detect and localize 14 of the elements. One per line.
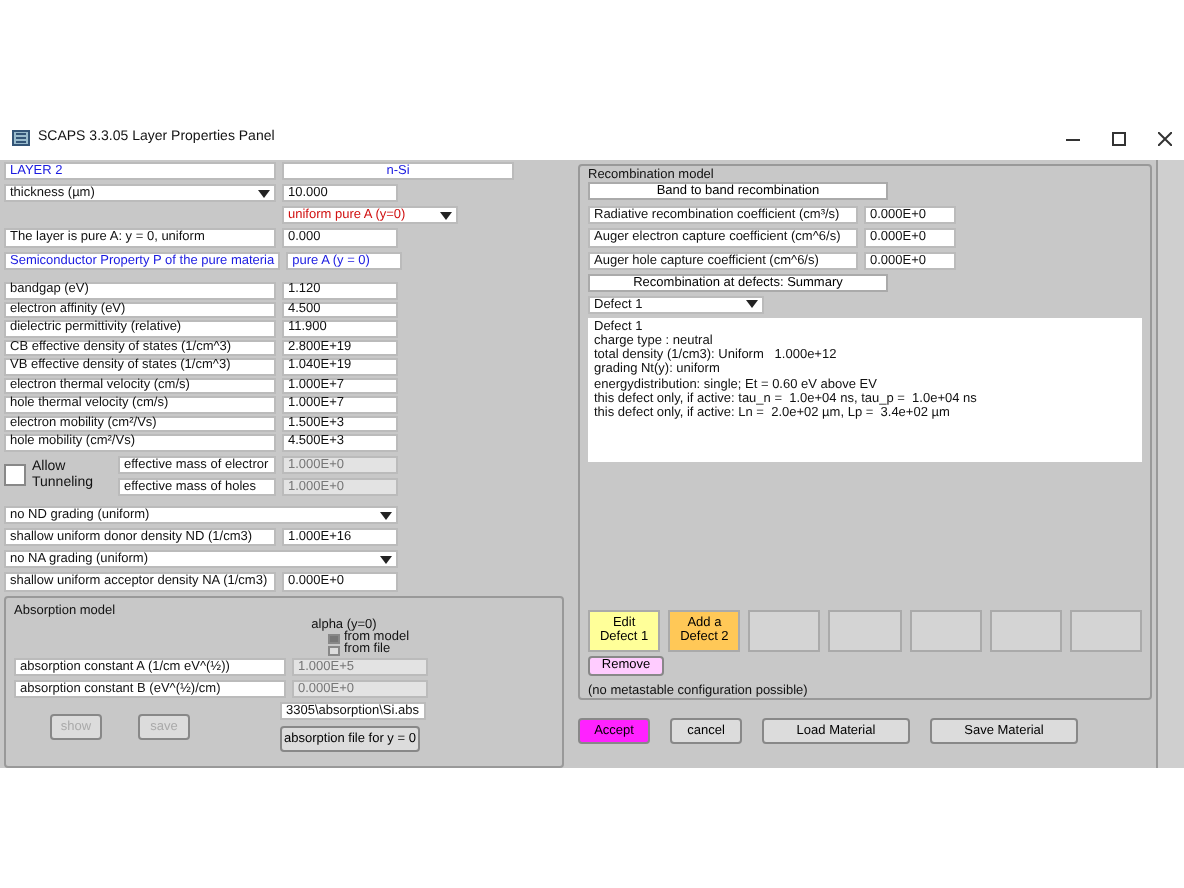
checkbox[interactable]: [4, 464, 26, 487]
empty-slot-button[interactable]: [748, 609, 821, 652]
caret-icon: [440, 211, 452, 220]
empty-slot-button[interactable]: [828, 609, 902, 652]
caret-icon: [258, 189, 270, 198]
empty-slot-button[interactable]: [989, 609, 1062, 652]
empty-slot-button[interactable]: [909, 609, 982, 652]
app-icon: [12, 130, 30, 146]
caret-icon: [746, 300, 758, 309]
empty-slot-button[interactable]: [1069, 609, 1142, 652]
close-icon[interactable]: [1158, 131, 1172, 145]
maximize-icon[interactable]: [1112, 131, 1126, 145]
caret-icon: [380, 511, 392, 520]
caret-icon: [380, 555, 392, 564]
